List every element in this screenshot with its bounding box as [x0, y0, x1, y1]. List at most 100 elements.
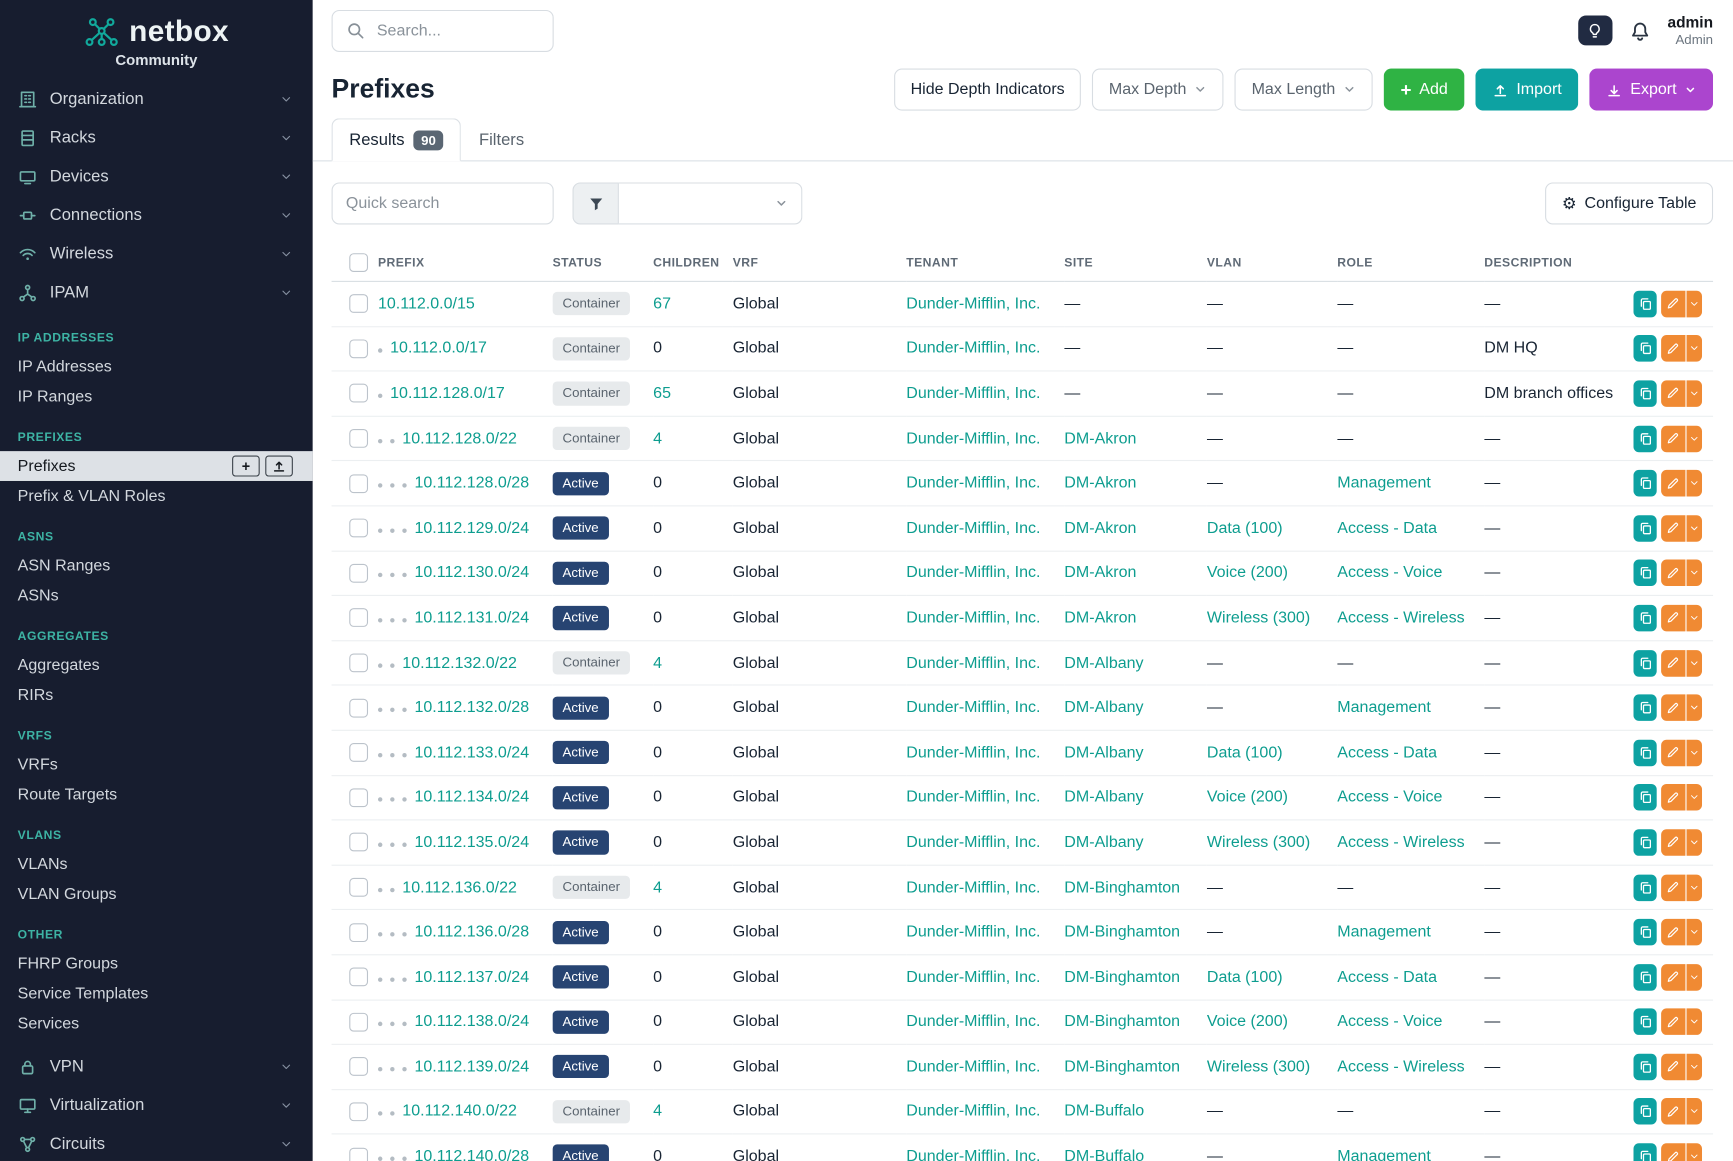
role-link[interactable]: Access - Wireless: [1337, 609, 1464, 627]
copy-button[interactable]: [1633, 919, 1657, 946]
site-link[interactable]: DM-Buffalo: [1064, 1148, 1144, 1161]
col-header-prefix[interactable]: PREFIX: [378, 244, 553, 281]
prefix-link[interactable]: 10.112.130.0/24: [414, 564, 529, 582]
edit-dropdown-button[interactable]: [1686, 515, 1702, 542]
sidebar-item-route-targets[interactable]: Route Targets: [0, 780, 313, 810]
prefix-link[interactable]: 10.112.136.0/22: [402, 878, 517, 896]
copy-button[interactable]: [1633, 1009, 1657, 1036]
edit-button[interactable]: [1661, 470, 1685, 497]
sidebar-item-fhrp-groups[interactable]: FHRP Groups: [0, 949, 313, 979]
sidebar-item-service-templates[interactable]: Service Templates: [0, 979, 313, 1009]
tenant-link[interactable]: Dunder-Mifflin, Inc.: [906, 878, 1040, 896]
tenant-link[interactable]: Dunder-Mifflin, Inc.: [906, 295, 1040, 313]
notifications-bell-icon[interactable]: [1629, 19, 1651, 41]
sidebar-item-asn-ranges[interactable]: ASN Ranges: [0, 551, 313, 581]
row-checkbox[interactable]: [349, 474, 368, 493]
tab-filters[interactable]: Filters: [461, 118, 542, 161]
role-link[interactable]: Access - Wireless: [1337, 834, 1464, 852]
row-checkbox[interactable]: [349, 968, 368, 987]
role-link[interactable]: Access - Data: [1337, 744, 1437, 762]
configure-table-button[interactable]: ⚙ Configure Table: [1545, 182, 1713, 224]
site-link[interactable]: DM-Buffalo: [1064, 1103, 1144, 1121]
vlan-link[interactable]: Data (100): [1207, 968, 1283, 986]
edit-button[interactable]: [1661, 1009, 1685, 1036]
vlan-link[interactable]: Voice (200): [1207, 564, 1288, 582]
col-header-status[interactable]: STATUS: [553, 244, 654, 281]
edit-dropdown-button[interactable]: [1686, 470, 1702, 497]
copy-button[interactable]: [1633, 291, 1657, 318]
sidebar-item-racks[interactable]: Racks: [0, 118, 313, 157]
prefix-link[interactable]: 10.112.138.0/24: [414, 1013, 529, 1031]
prefix-link[interactable]: 10.112.128.0/22: [402, 430, 517, 448]
vlan-link[interactable]: Data (100): [1207, 519, 1283, 537]
role-link[interactable]: Access - Data: [1337, 519, 1437, 537]
sidebar-item-connections[interactable]: Connections: [0, 196, 313, 235]
row-checkbox[interactable]: [349, 878, 368, 897]
edit-button[interactable]: [1661, 1054, 1685, 1081]
col-header-description[interactable]: DESCRIPTION: [1484, 244, 1633, 281]
site-link[interactable]: DM-Akron: [1064, 609, 1136, 627]
copy-button[interactable]: [1633, 335, 1657, 362]
copy-button[interactable]: [1633, 650, 1657, 677]
tenant-link[interactable]: Dunder-Mifflin, Inc.: [906, 430, 1040, 448]
filter-button[interactable]: [572, 182, 618, 224]
filter-field-select[interactable]: [619, 182, 802, 224]
vlan-link[interactable]: Voice (200): [1207, 1013, 1288, 1031]
tenant-link[interactable]: Dunder-Mifflin, Inc.: [906, 609, 1040, 627]
role-link[interactable]: Access - Wireless: [1337, 1058, 1464, 1076]
tenant-link[interactable]: Dunder-Mifflin, Inc.: [906, 340, 1040, 358]
children-count-link[interactable]: 67: [653, 295, 671, 313]
edit-button[interactable]: [1661, 695, 1685, 722]
copy-button[interactable]: [1633, 874, 1657, 901]
quick-search-input[interactable]: [332, 182, 554, 224]
role-link[interactable]: Access - Voice: [1337, 564, 1442, 582]
copy-button[interactable]: [1633, 560, 1657, 587]
row-checkbox[interactable]: [349, 564, 368, 583]
copy-button[interactable]: [1633, 739, 1657, 766]
sidebar-item-vlan-groups[interactable]: VLAN Groups: [0, 879, 313, 909]
global-search[interactable]: [332, 9, 554, 51]
edit-button[interactable]: [1661, 739, 1685, 766]
edit-dropdown-button[interactable]: [1686, 1054, 1702, 1081]
sidebar-item-organization[interactable]: Organization: [0, 80, 313, 119]
site-link[interactable]: DM-Binghamton: [1064, 878, 1180, 896]
site-link[interactable]: DM-Binghamton: [1064, 968, 1180, 986]
row-checkbox[interactable]: [349, 1102, 368, 1121]
row-checkbox[interactable]: [349, 294, 368, 313]
theme-toggle-button[interactable]: [1578, 15, 1612, 45]
edit-dropdown-button[interactable]: [1686, 425, 1702, 452]
edit-dropdown-button[interactable]: [1686, 829, 1702, 856]
sidebar-item-vpn[interactable]: VPN: [0, 1047, 313, 1086]
site-link[interactable]: DM-Albany: [1064, 654, 1143, 672]
edit-button[interactable]: [1661, 964, 1685, 991]
tenant-link[interactable]: Dunder-Mifflin, Inc.: [906, 519, 1040, 537]
select-all-checkbox[interactable]: [349, 253, 368, 272]
prefix-link[interactable]: 10.112.131.0/24: [414, 609, 529, 627]
tenant-link[interactable]: Dunder-Mifflin, Inc.: [906, 699, 1040, 717]
sidebar-item-virtualization[interactable]: Virtualization: [0, 1086, 313, 1125]
tenant-link[interactable]: Dunder-Mifflin, Inc.: [906, 834, 1040, 852]
copy-button[interactable]: [1633, 380, 1657, 407]
edit-button[interactable]: [1661, 335, 1685, 362]
max-length-dropdown[interactable]: Max Length: [1235, 69, 1373, 111]
edit-button[interactable]: [1661, 650, 1685, 677]
row-checkbox[interactable]: [349, 1057, 368, 1076]
site-link[interactable]: DM-Binghamton: [1064, 1058, 1180, 1076]
sidebar-item-vlans[interactable]: VLANs: [0, 849, 313, 879]
row-checkbox[interactable]: [349, 1013, 368, 1032]
prefix-link[interactable]: 10.112.129.0/24: [414, 519, 529, 537]
tenant-link[interactable]: Dunder-Mifflin, Inc.: [906, 564, 1040, 582]
sidebar-item-wireless[interactable]: Wireless: [0, 234, 313, 273]
quick-import-button[interactable]: [265, 456, 293, 477]
prefix-link[interactable]: 10.112.132.0/22: [402, 654, 517, 672]
site-link[interactable]: DM-Akron: [1064, 519, 1136, 537]
edit-button[interactable]: [1661, 560, 1685, 587]
tenant-link[interactable]: Dunder-Mifflin, Inc.: [906, 744, 1040, 762]
children-count-link[interactable]: 4: [653, 430, 662, 448]
copy-button[interactable]: [1633, 515, 1657, 542]
sidebar-item-ip-ranges[interactable]: IP Ranges: [0, 381, 313, 411]
add-button[interactable]: + Add: [1384, 69, 1464, 111]
edit-button[interactable]: [1661, 380, 1685, 407]
tenant-link[interactable]: Dunder-Mifflin, Inc.: [906, 1058, 1040, 1076]
row-checkbox[interactable]: [349, 743, 368, 762]
